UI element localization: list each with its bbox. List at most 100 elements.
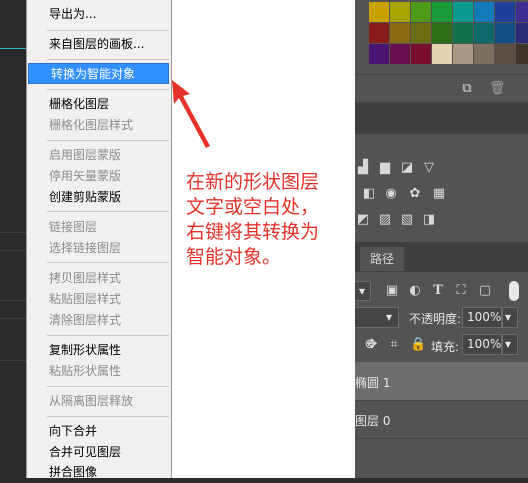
fill-input[interactable]: 100% <box>462 334 502 355</box>
histogram-icon[interactable]: ▆ <box>377 160 393 176</box>
smart-object-filter-icon[interactable]: ▢ <box>477 283 493 299</box>
menu-item-create-clipping-mask[interactable]: 创建剪贴蒙版 <box>27 187 171 208</box>
swatch[interactable] <box>495 2 515 22</box>
channel-mixer-icon[interactable]: ✿ <box>407 186 423 202</box>
swatch[interactable] <box>369 23 389 43</box>
menu-item-merge-visible[interactable]: 合并可见图层 <box>27 442 171 463</box>
swatch[interactable] <box>432 2 452 22</box>
swatch[interactable] <box>432 23 452 43</box>
layer-name[interactable]: 椭圆 1 <box>355 374 390 391</box>
trash-icon[interactable]: 🗑 <box>489 81 506 97</box>
opacity-label: 不透明度: <box>409 312 462 326</box>
menu-item-merge-down[interactable]: 向下合并 <box>27 421 171 442</box>
swatch[interactable] <box>369 44 389 64</box>
annotation-arrow <box>172 80 210 148</box>
threshold-icon[interactable]: ▧ <box>399 212 415 228</box>
menu-item-flatten-image[interactable]: 拼合图像 <box>27 462 171 483</box>
layer-filter-select[interactable]: ▾ <box>355 281 371 301</box>
fill-dropdown[interactable]: ▾ <box>502 334 518 355</box>
opacity-input[interactable]: 100% <box>462 307 502 328</box>
guide-line <box>0 48 28 49</box>
menu-separator <box>47 386 169 387</box>
image-filter-icon[interactable]: ▣ <box>384 283 400 299</box>
panel-header <box>355 102 528 134</box>
menu-separator <box>47 59 169 60</box>
annotation-line: 在新的形状图层 <box>186 171 320 193</box>
swatch[interactable] <box>390 44 410 64</box>
layer-row[interactable]: 椭圆 1 <box>355 362 528 400</box>
menu-item-rasterize-layer[interactable]: 栅格化图层 <box>27 94 171 115</box>
swatch[interactable] <box>453 23 473 43</box>
curves-icon[interactable]: ◪ <box>399 160 415 176</box>
camera-icon[interactable]: ◉ <box>383 186 399 202</box>
swatches-footer: ⧉ 🗑 <box>355 74 528 103</box>
menu-item-export-as[interactable]: 导出为... <box>27 4 171 25</box>
divider <box>0 250 28 251</box>
color-lookup-icon[interactable]: ▦ <box>431 186 447 202</box>
menu-item-artboard-from-layers[interactable]: 来自图层的画板... <box>27 34 171 55</box>
swatch[interactable] <box>474 44 494 64</box>
divider <box>0 360 28 361</box>
annotation-line: 智能对象。 <box>186 246 282 268</box>
type-filter-icon[interactable]: T <box>430 283 446 299</box>
menu-item-clear-layer-style[interactable]: 清除图层样式 <box>27 310 171 331</box>
menu-separator <box>47 211 169 212</box>
swatch[interactable] <box>369 2 389 22</box>
swatch[interactable] <box>474 23 494 43</box>
menu-item-copy-layer-style[interactable]: 拷贝图层样式 <box>27 268 171 289</box>
lock-icon[interactable]: 🔒 <box>410 337 426 353</box>
divider <box>355 438 528 439</box>
menu-item-copy-shape-attributes[interactable]: 复制形状属性 <box>27 340 171 361</box>
menu-separator <box>47 89 169 90</box>
swatch[interactable] <box>390 2 410 22</box>
adjustments-panel: ▟ ▆ ◪ ▽ ◧ ◉ ✿ ▦ ◩ ▨ ▧ ◨ <box>355 134 528 242</box>
annotation-line: 文字或空白处， <box>186 196 320 218</box>
divider <box>0 318 28 319</box>
blend-mode-select[interactable]: ▾ <box>355 307 399 328</box>
swatch[interactable] <box>390 23 410 43</box>
tab-paths[interactable]: 路径 <box>360 247 404 271</box>
swatch[interactable] <box>453 2 473 22</box>
new-swatch-icon[interactable]: ⧉ <box>459 81 475 97</box>
swatch[interactable] <box>516 44 528 64</box>
menu-separator <box>47 335 169 336</box>
swatch[interactable] <box>495 23 515 43</box>
black-white-icon[interactable]: ◧ <box>361 186 377 202</box>
menu-item-paste-shape-attributes[interactable]: 粘贴形状属性 <box>27 361 171 382</box>
swatch[interactable] <box>411 23 431 43</box>
swatch[interactable] <box>516 23 528 43</box>
levels-icon[interactable]: ▟ <box>355 160 371 176</box>
shape-filter-icon[interactable]: ⛶ <box>453 283 469 299</box>
gradient-map-icon[interactable]: ◨ <box>421 212 437 228</box>
gradient-triangle-icon[interactable]: ▽ <box>421 160 437 176</box>
menu-item-rasterize-layer-style[interactable]: 栅格化图层样式 <box>27 115 171 136</box>
opacity-dropdown[interactable]: ▾ <box>502 307 518 328</box>
adjustment-filter-icon[interactable]: ◐ <box>407 283 423 299</box>
menu-item-convert-to-smart-object[interactable]: 转换为智能对象 <box>28 63 169 84</box>
menu-item-paste-layer-style[interactable]: 粘贴图层样式 <box>27 289 171 310</box>
crop-lock-icon[interactable]: ⌗ <box>386 337 402 353</box>
move-lock-icon[interactable]: ✥ <box>364 337 380 353</box>
swatch[interactable] <box>432 44 452 64</box>
layer-name[interactable]: 图层 0 <box>355 412 390 429</box>
menu-item-enable-layer-mask[interactable]: 启用图层蒙版 <box>27 145 171 166</box>
menu-item-release-from-isolation[interactable]: 从隔离图层释放 <box>27 391 171 412</box>
annotation-text: 在新的形状图层 文字或空白处， 右键将其转换为 智能对象。 <box>186 170 346 270</box>
layer-row[interactable]: 图层 0 <box>355 401 528 439</box>
menu-item-disable-vector-mask[interactable]: 停用矢量蒙版 <box>27 166 171 187</box>
divider <box>0 300 28 301</box>
swatch[interactable] <box>474 2 494 22</box>
swatch[interactable] <box>411 2 431 22</box>
menu-item-link-layers[interactable]: 链接图层 <box>27 217 171 238</box>
swatches-panel <box>355 0 528 74</box>
invert-icon[interactable]: ◩ <box>355 212 371 228</box>
swatch[interactable] <box>411 44 431 64</box>
filter-toggle[interactable] <box>509 281 519 301</box>
swatch[interactable] <box>495 44 515 64</box>
divider <box>0 232 28 233</box>
swatch[interactable] <box>516 2 528 22</box>
posterize-icon[interactable]: ▨ <box>377 212 393 228</box>
menu-separator <box>47 262 169 263</box>
swatch[interactable] <box>453 44 473 64</box>
menu-item-select-linked-layers[interactable]: 选择链接图层 <box>27 238 171 259</box>
